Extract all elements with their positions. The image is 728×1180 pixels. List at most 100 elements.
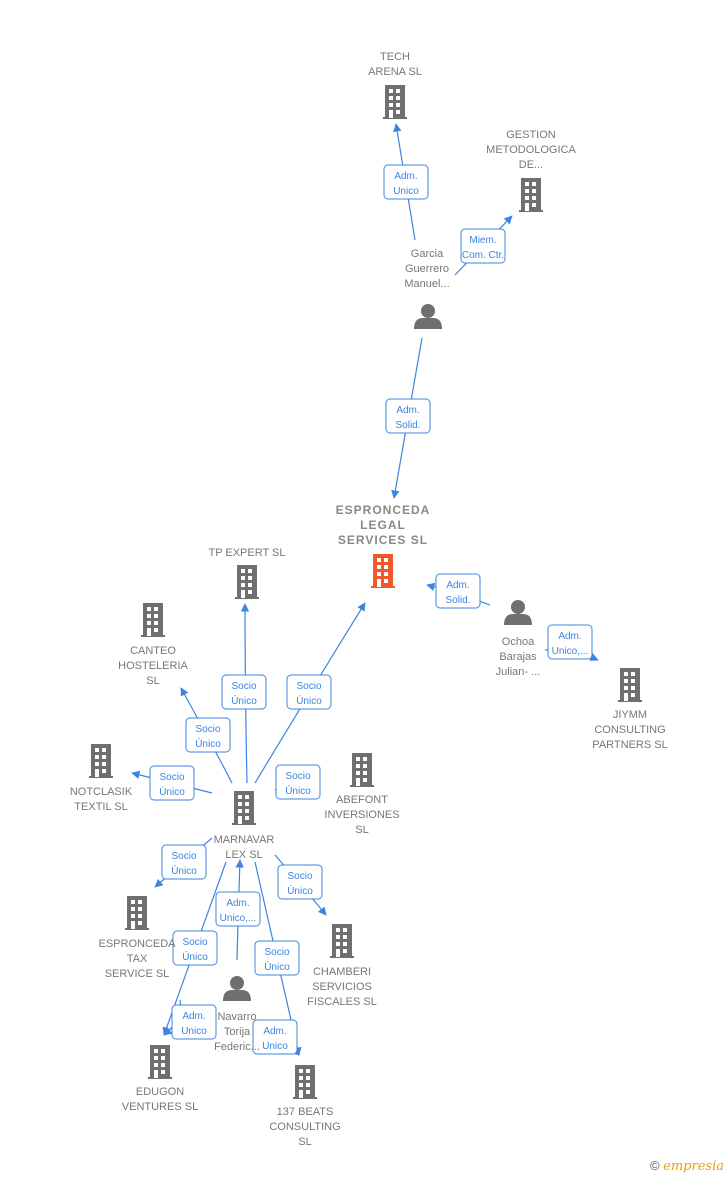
relation-label[interactable]: Socio Único — [149, 765, 195, 801]
building-icon — [148, 1045, 172, 1079]
relation-label[interactable]: Socio Único — [254, 940, 300, 976]
relation-label-text: Solid. — [395, 420, 420, 431]
node-label: ESPRONCEDA — [98, 938, 176, 950]
relation-label-text: Único — [287, 884, 313, 897]
building-icon — [89, 744, 113, 778]
node-marnavar[interactable]: MARNAVAR LEX SL — [214, 791, 275, 861]
relation-label-text: Socio — [195, 724, 220, 735]
building-icon — [235, 565, 259, 599]
relation-label-text: Unico,... — [220, 913, 257, 924]
relation-label-text: Adm. — [394, 171, 417, 182]
node-label: ESPRONCEDA — [336, 503, 431, 517]
node-label: NOTCLASIK — [70, 786, 133, 798]
node-label: CHAMBERI — [313, 966, 371, 978]
relation-label-text: Unico — [393, 186, 419, 197]
edge-marnavar-to-chamberi: Socio Único — [274, 854, 327, 916]
node-label: Ochoa — [502, 636, 535, 648]
footer: © empresia — [650, 1158, 724, 1174]
relation-label[interactable]: Socio Único — [161, 844, 207, 880]
node-beats[interactable]: 137 BEATS CONSULTING SL — [269, 1065, 341, 1148]
building-icon — [618, 668, 642, 702]
relation-label-text: Solid. — [445, 595, 470, 606]
node-edugon[interactable]: EDUGON VENTURES SL — [122, 1045, 198, 1113]
building-icon — [293, 1065, 317, 1099]
node-label: GESTION — [506, 129, 556, 141]
brand-logo[interactable]: empresia — [663, 1159, 724, 1174]
relation-label[interactable]: Socio Único — [172, 930, 218, 966]
node-gestion[interactable]: GESTION METODOLOGICA DE... — [486, 129, 576, 212]
relation-label[interactable]: Adm. Unico,... — [547, 624, 593, 660]
node-label: EDUGON — [136, 1086, 184, 1098]
relation-label[interactable]: Adm. Solid. — [385, 398, 431, 434]
edge-ochoa-to-legal: Adm. Solid. — [426, 573, 491, 609]
node-label: PARTNERS SL — [592, 739, 667, 751]
node-tax[interactable]: ESPRONCEDA TAX SERVICE SL — [98, 896, 176, 980]
relation-label-text: Socio — [171, 851, 196, 862]
node-canteo[interactable]: CANTEO HOSTELERIA SL — [118, 603, 189, 687]
relation-label-text: Socio — [287, 871, 312, 882]
relation-label[interactable]: Socio Único — [185, 717, 231, 753]
node-label: ABEFONT — [336, 794, 388, 806]
node-notclasik[interactable]: NOTCLASIK TEXTIL SL — [70, 744, 133, 813]
node-navarro[interactable]: Navarro Torija Federic... — [214, 976, 260, 1053]
network-diagram: Adm. Unico Miem. Com. Ctr. Adm. Solid. Adm. Sol… — [0, 0, 728, 1180]
relation-label-text: Único — [285, 784, 311, 797]
edge-navarro-to-edugon: Adm. Unico — [163, 999, 217, 1040]
node-label: METODOLOGICA — [486, 144, 576, 156]
building-icon — [232, 791, 256, 825]
person-icon — [504, 600, 532, 625]
relation-label-text: Socio — [264, 947, 289, 958]
node-label: 137 BEATS — [277, 1106, 334, 1118]
node-label: SL — [355, 824, 368, 836]
relation-label[interactable]: Adm. Unico — [383, 164, 429, 200]
node-tech[interactable]: TECH ARENA SL — [368, 51, 422, 119]
relation-label[interactable]: Socio Único — [275, 764, 321, 800]
relation-label-text: Único — [159, 785, 185, 798]
edge-marnavar-to-tax: Socio Único — [154, 837, 213, 888]
relation-label[interactable]: Adm. Unico,... — [215, 891, 261, 927]
relation-label[interactable]: Adm. Unico — [171, 1004, 217, 1040]
node-abefont[interactable]: ABEFONT INVERSIONES SL — [324, 753, 400, 836]
relation-label[interactable]: Miem. Com. Ctr. — [460, 228, 506, 264]
node-label: LEGAL — [360, 518, 406, 532]
node-label: INVERSIONES — [324, 809, 399, 821]
node-jiymm[interactable]: JIYMM CONSULTING PARTNERS SL — [592, 668, 668, 751]
relation-label-text: Socio — [296, 681, 321, 692]
node-label: DE... — [519, 159, 543, 171]
node-label: TEXTIL SL — [74, 801, 127, 813]
node-garcia[interactable]: Garcia Guerrero Manuel... — [404, 248, 450, 329]
node-label: JIYMM — [613, 709, 647, 721]
node-label: SL — [298, 1136, 311, 1148]
building-icon — [350, 753, 374, 787]
building-icon — [371, 554, 395, 588]
relation-label-text: Adm. — [446, 580, 469, 591]
relation-label[interactable]: Socio Único — [221, 674, 267, 710]
node-ochoa[interactable]: Ochoa Barajas Julian- ... — [496, 600, 541, 678]
relation-label-text: Adm. — [182, 1011, 205, 1022]
edge-marnavar-to-tp: Socio Único — [221, 603, 267, 784]
node-label: CANTEO — [130, 645, 176, 657]
node-label: Federic... — [214, 1041, 260, 1053]
node-label: Barajas — [499, 651, 537, 663]
copyright-symbol: © — [649, 1158, 660, 1173]
relation-label-text: Único — [231, 694, 257, 707]
node-label: SERVICIOS — [312, 981, 372, 993]
relation-label[interactable]: Socio Único — [286, 674, 332, 710]
edge-marnavar-to-notclasik: Socio Único — [131, 765, 213, 801]
edge-ochoa-to-jiymm: Adm. Unico,... — [544, 624, 599, 661]
relation-label-text: Adm. — [263, 1026, 286, 1037]
node-tp[interactable]: TP EXPERT SL — [208, 547, 286, 599]
relation-label[interactable]: Socio Único — [277, 864, 323, 900]
relation-label-text: Único — [182, 950, 208, 963]
relation-label[interactable]: Adm. Solid. — [435, 573, 481, 609]
node-label: CONSULTING — [594, 724, 665, 736]
node-label: TECH — [380, 51, 410, 63]
node-legal[interactable]: ESPRONCEDALEGALSERVICES SL — [336, 503, 431, 588]
building-icon — [125, 896, 149, 930]
relation-label-text: Miem. — [469, 235, 496, 246]
relation-label-text: Unico — [262, 1041, 288, 1052]
node-label: Guerrero — [405, 263, 449, 275]
relation-label-text: Socio — [285, 771, 310, 782]
node-chamberi[interactable]: CHAMBERI SERVICIOS FISCALES SL — [307, 924, 377, 1008]
node-label: Torija — [224, 1026, 251, 1038]
